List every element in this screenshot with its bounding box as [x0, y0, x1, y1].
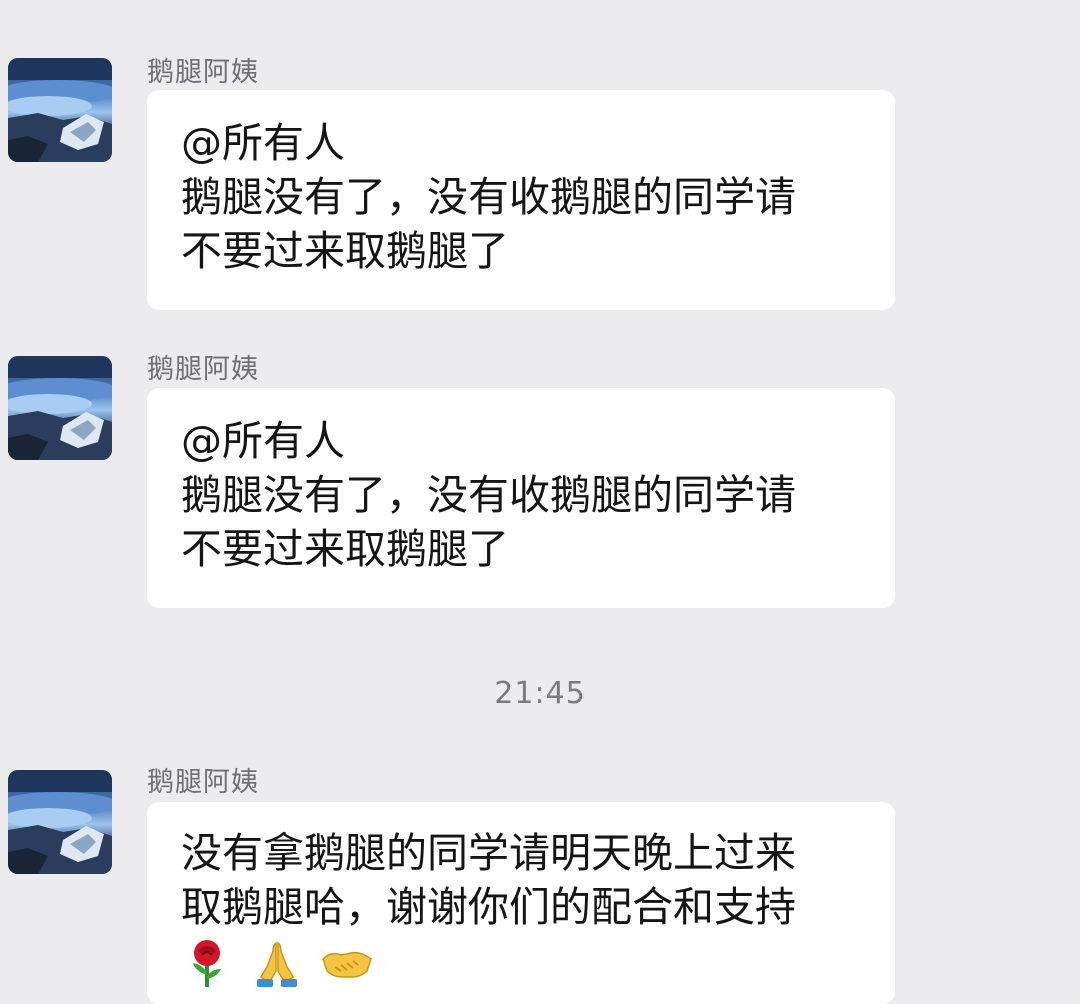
praying-hands-emoji: [257, 941, 297, 987]
message-line: 鹅腿没有了，没有收鹅腿的同学请: [181, 173, 796, 221]
message-line: @所有人: [181, 119, 345, 167]
avatar[interactable]: [8, 58, 112, 162]
message-bubble[interactable]: @所有人 鹅腿没有了，没有收鹅腿的同学请 不要过来取鹅腿了: [147, 90, 895, 310]
message-line: 鹅腿没有了，没有收鹅腿的同学请: [181, 471, 796, 519]
chat-window: 鹅腿阿姨 @所有人 鹅腿没有了，没有收鹅腿的同学请 不要过来取鹅腿了 鹅腿阿姨 …: [0, 0, 1080, 1004]
sender-name: 鹅腿阿姨: [147, 354, 259, 385]
timestamp: 21:45: [494, 676, 586, 711]
handshake-emoji: [322, 951, 372, 978]
message-line: 不要过来取鹅腿了: [181, 525, 509, 573]
rose-emoji: [193, 940, 221, 987]
avatar[interactable]: [8, 770, 112, 874]
sender-name: 鹅腿阿姨: [147, 57, 259, 88]
message-bubble[interactable]: 没有拿鹅腿的同学请明天晚上过来 取鹅腿哈，谢谢你们的配合和支持: [147, 802, 895, 1004]
message-line: 取鹅腿哈，谢谢你们的配合和支持: [181, 883, 796, 931]
avatar[interactable]: [8, 356, 112, 460]
emoji-row: [181, 936, 863, 990]
message-line: 没有拿鹅腿的同学请明天晚上过来: [181, 829, 796, 877]
sender-name: 鹅腿阿姨: [147, 767, 259, 798]
message-bubble[interactable]: @所有人 鹅腿没有了，没有收鹅腿的同学请 不要过来取鹅腿了: [147, 388, 895, 608]
message-line: 不要过来取鹅腿了: [181, 227, 509, 275]
message-line: @所有人: [181, 417, 345, 465]
